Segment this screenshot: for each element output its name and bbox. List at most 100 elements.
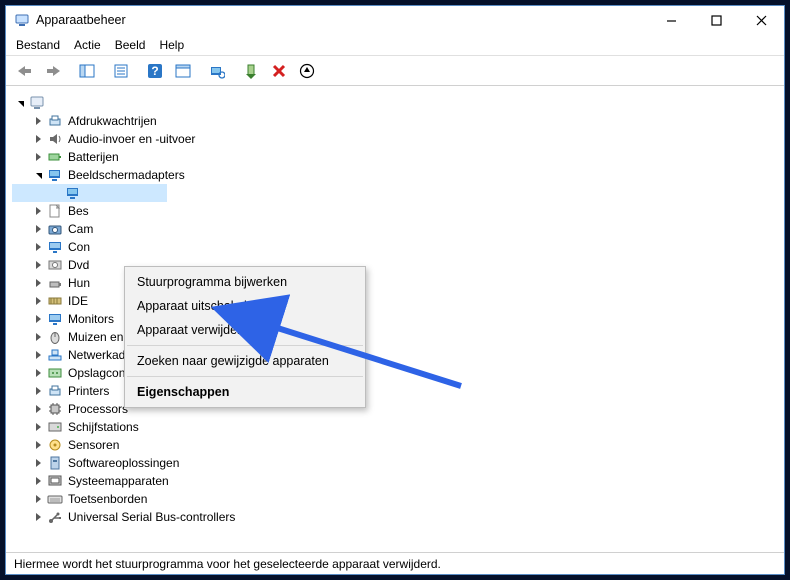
expander-icon[interactable] xyxy=(32,367,44,379)
expander-icon[interactable] xyxy=(32,115,44,127)
display-adapter-icon xyxy=(64,185,82,201)
tree-item-label: Dvd xyxy=(68,258,89,272)
expander-icon[interactable] xyxy=(32,475,44,487)
expander-icon[interactable] xyxy=(32,277,44,289)
cm-scan-hardware[interactable]: Zoeken naar gewijzigde apparaten xyxy=(125,349,365,373)
back-button[interactable] xyxy=(12,59,38,83)
expander-icon[interactable] xyxy=(32,313,44,325)
software-icon xyxy=(46,455,64,471)
enable-device-button[interactable] xyxy=(238,59,264,83)
cm-properties[interactable]: Eigenschappen xyxy=(125,380,365,404)
camera-icon xyxy=(46,221,64,237)
printer-icon xyxy=(46,383,64,399)
expander-icon[interactable] xyxy=(32,439,44,451)
tree-item-0[interactable]: Afdrukwachtrijen xyxy=(12,112,778,130)
cm-remove-device[interactable]: Apparaat verwijderen xyxy=(125,318,365,342)
window-title: Apparaatbeheer xyxy=(36,13,126,27)
close-button[interactable] xyxy=(739,6,784,34)
tree-item-1[interactable]: Audio-invoer en -uitvoer xyxy=(12,130,778,148)
tree-item-label: Processors xyxy=(68,402,128,416)
tree-root[interactable] xyxy=(12,94,778,112)
tree-item-label: Softwareoplossingen xyxy=(68,456,179,470)
svg-text:?: ? xyxy=(151,64,158,78)
cm-update-driver[interactable]: Stuurprogramma bijwerken xyxy=(125,270,365,294)
tree-item-label: Hun xyxy=(68,276,90,290)
tree-item-17[interactable]: Sensoren xyxy=(12,436,778,454)
menubar: Bestand Actie Beeld Help xyxy=(6,34,784,56)
tree-item-label: Sensoren xyxy=(68,438,119,452)
tree-item-3[interactable]: Beeldschermadapters xyxy=(12,166,778,184)
keyboard-icon xyxy=(46,491,64,507)
expander-icon[interactable] xyxy=(32,331,44,343)
tree-item-label: Bes xyxy=(68,204,89,218)
tree-child-3-0[interactable] xyxy=(12,184,167,202)
monitor-icon xyxy=(46,311,64,327)
battery-icon xyxy=(46,149,64,165)
expander-icon[interactable] xyxy=(32,295,44,307)
titlebar: Apparaatbeheer xyxy=(6,6,784,34)
properties-button[interactable] xyxy=(108,59,134,83)
expander-icon[interactable] xyxy=(32,349,44,361)
tree-item-18[interactable]: Softwareoplossingen xyxy=(12,454,778,472)
cm-separator xyxy=(127,345,363,346)
toolbar: ? xyxy=(6,56,784,86)
expander-icon[interactable] xyxy=(32,259,44,271)
update-driver-button[interactable] xyxy=(294,59,320,83)
tree-item-label: Beeldschermadapters xyxy=(68,168,185,182)
menu-file[interactable]: Bestand xyxy=(16,38,60,52)
ide-controller-icon xyxy=(46,293,64,309)
mouse-icon xyxy=(46,329,64,345)
cpu-icon xyxy=(46,401,64,417)
tree-item-6[interactable]: Con xyxy=(12,238,778,256)
view-button[interactable] xyxy=(170,59,196,83)
menu-action[interactable]: Actie xyxy=(74,38,101,52)
statusbar: Hiermee wordt het stuurprogramma voor he… xyxy=(6,552,784,574)
device-manager-window: Apparaatbeheer Bestand Actie Beeld Help … xyxy=(5,5,785,575)
system-icon xyxy=(46,473,64,489)
audio-icon xyxy=(46,131,64,147)
expander-icon[interactable] xyxy=(14,97,26,109)
expander-icon[interactable] xyxy=(32,223,44,235)
menu-help[interactable]: Help xyxy=(159,38,184,52)
minimize-button[interactable] xyxy=(649,6,694,34)
display-adapter-icon xyxy=(46,167,64,183)
expander-icon[interactable] xyxy=(32,133,44,145)
tree-item-5[interactable]: Cam xyxy=(12,220,778,238)
expander-icon[interactable] xyxy=(32,403,44,415)
expander-icon[interactable] xyxy=(32,169,44,181)
tree-item-2[interactable]: Batterijen xyxy=(12,148,778,166)
show-hide-tree-button[interactable] xyxy=(74,59,100,83)
expander-icon[interactable] xyxy=(32,457,44,469)
tree-item-19[interactable]: Systeemapparaten xyxy=(12,472,778,490)
expander-icon[interactable] xyxy=(32,421,44,433)
usb-icon xyxy=(46,509,64,525)
tree-item-label: Con xyxy=(68,240,90,254)
menu-view[interactable]: Beeld xyxy=(115,38,146,52)
computer-root-icon xyxy=(28,95,46,111)
sensor-icon xyxy=(46,437,64,453)
help-button[interactable]: ? xyxy=(142,59,168,83)
tree-item-label: Printers xyxy=(68,384,109,398)
network-icon xyxy=(46,347,64,363)
hdd-icon xyxy=(46,419,64,435)
context-menu: Stuurprogramma bijwerken Apparaat uitsch… xyxy=(124,266,366,408)
tree-item-4[interactable]: Bes xyxy=(12,202,778,220)
storage-ctrl-icon xyxy=(46,365,64,381)
expander-icon[interactable] xyxy=(32,511,44,523)
uninstall-device-button[interactable] xyxy=(266,59,292,83)
expander-icon[interactable] xyxy=(32,151,44,163)
tree-item-21[interactable]: Universal Serial Bus-controllers xyxy=(12,508,778,526)
tree-item-20[interactable]: Toetsenborden xyxy=(12,490,778,508)
disc-drive-icon xyxy=(46,257,64,273)
expander-icon[interactable] xyxy=(50,187,62,199)
expander-icon[interactable] xyxy=(32,385,44,397)
status-text: Hiermee wordt het stuurprogramma voor he… xyxy=(14,557,441,571)
expander-icon[interactable] xyxy=(32,205,44,217)
tree-item-16[interactable]: Schijfstations xyxy=(12,418,778,436)
expander-icon[interactable] xyxy=(32,241,44,253)
cm-disable-device[interactable]: Apparaat uitschakelen xyxy=(125,294,365,318)
maximize-button[interactable] xyxy=(694,6,739,34)
expander-icon[interactable] xyxy=(32,493,44,505)
forward-button[interactable] xyxy=(40,59,66,83)
scan-hardware-button[interactable] xyxy=(204,59,230,83)
